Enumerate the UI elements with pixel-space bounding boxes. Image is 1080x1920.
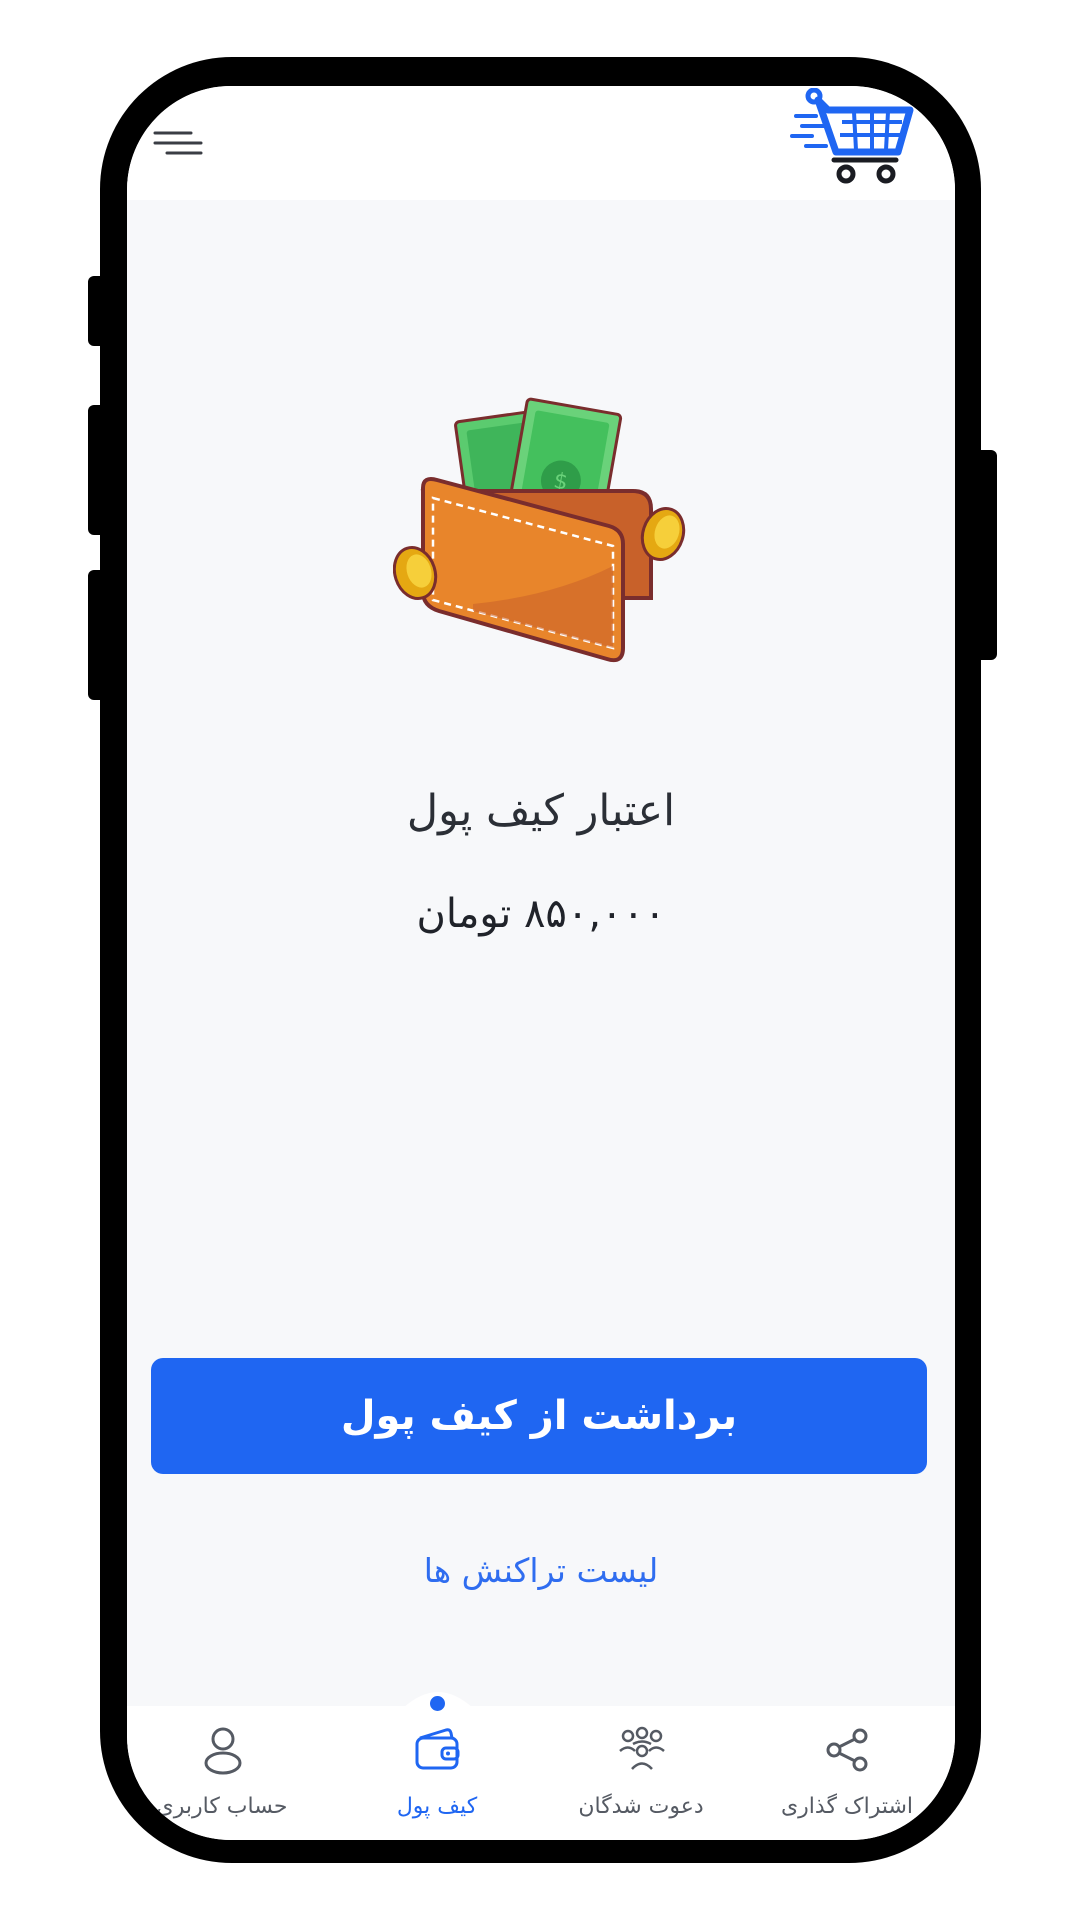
wallet-balance: ۸۵۰,۰۰۰ تومان: [416, 891, 666, 937]
nav-tab-user-account[interactable]: حساب کاربری: [127, 1716, 317, 1840]
phone-power-button: [975, 450, 997, 660]
wallet-icon: [415, 1728, 460, 1770]
transactions-list-link[interactable]: لیست تراکنش ها: [127, 1551, 955, 1590]
nav-tab-invited-users[interactable]: دعوت شدگان: [546, 1716, 736, 1840]
nav-tab-share[interactable]: اشتراک گذاری: [752, 1716, 942, 1840]
phone-mute-switch: [88, 276, 108, 346]
app-screen: $ اعتبار کیف پول ۸۵۰,۰۰۰ تومان برداشت از…: [127, 86, 955, 1840]
nav-label-share: اشتراک گذاری: [780, 1794, 914, 1819]
wallet-with-money-illustration: $: [393, 397, 686, 663]
share-icon: [826, 1728, 868, 1772]
phone-volume-down-button: [88, 570, 108, 700]
nav-tab-wallet[interactable]: کیف پول: [342, 1716, 532, 1840]
nav-label-invited-users: دعوت شدگان: [578, 1794, 704, 1819]
nav-label-user-account: حساب کاربری: [156, 1794, 288, 1819]
user-icon: [204, 1727, 242, 1775]
phone-volume-up-button: [88, 405, 108, 535]
shopping-cart-logo-icon[interactable]: [790, 88, 915, 186]
nav-label-wallet: کیف پول: [396, 1794, 478, 1819]
wallet-credit-title: اعتبار کیف پول: [406, 786, 676, 836]
top-app-bar: [127, 86, 955, 200]
active-tab-indicator: [430, 1696, 445, 1711]
hamburger-menu-icon[interactable]: [153, 126, 203, 162]
group-icon: [619, 1726, 665, 1770]
withdraw-from-wallet-button[interactable]: برداشت از کیف پول: [151, 1358, 927, 1474]
